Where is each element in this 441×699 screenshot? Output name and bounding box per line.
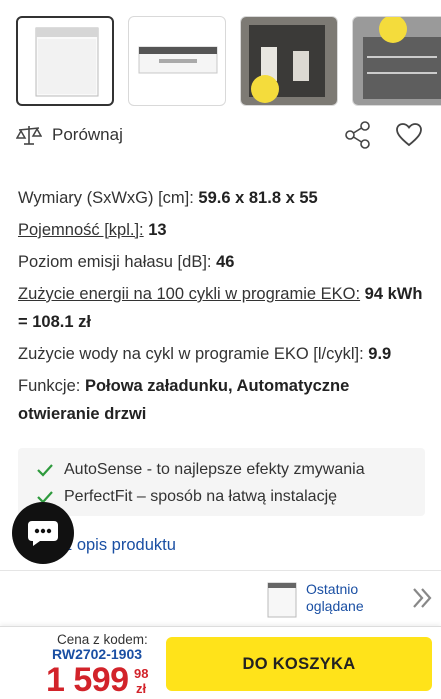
check-icon xyxy=(37,463,53,477)
gallery-thumb-3[interactable] xyxy=(240,16,338,106)
gallery-thumb-2[interactable] xyxy=(128,16,226,106)
code-label: Cena z kodem: xyxy=(57,632,148,647)
heart-icon xyxy=(396,123,422,147)
add-to-cart-bar: Cena z kodem: RW2702-1903 1 599 98 zł DO… xyxy=(0,626,441,699)
product-description-link[interactable]: z opis produktu xyxy=(64,536,176,555)
chat-bubble-icon xyxy=(28,521,58,546)
product-gallery xyxy=(16,16,441,108)
feature-box: AutoSense - to najlepsze efekty zmywania… xyxy=(18,448,425,516)
compare-button[interactable]: Porównaj xyxy=(16,124,123,146)
spec-label: Funkcje: xyxy=(18,377,81,395)
spec-energy: Zużycie energii na 100 cykli w programie… xyxy=(18,280,427,336)
kitchen-scene-image xyxy=(241,17,337,105)
add-to-cart-button[interactable]: DO KOSZYKA xyxy=(166,637,432,691)
spec-value: 13 xyxy=(148,221,167,239)
spec-value: 46 xyxy=(216,253,235,271)
wishlist-button[interactable] xyxy=(395,122,425,152)
spec-value: 9.9 xyxy=(368,345,392,363)
chat-button[interactable] xyxy=(12,502,74,564)
share-icon xyxy=(345,121,370,149)
spec-value: 59.6 x 81.8 x 55 xyxy=(198,189,318,207)
product-actions: Porównaj xyxy=(16,120,425,154)
spec-label-link[interactable]: Pojemność [kpl.]: xyxy=(18,221,144,239)
spec-list: Wymiary (SxWxG) [cm]: 59.6 x 81.8 x 55 P… xyxy=(18,184,427,432)
spec-capacity: Pojemność [kpl.]: 13 xyxy=(18,216,427,244)
dishwasher-top-image xyxy=(138,46,218,74)
gallery-thumb-4[interactable] xyxy=(352,16,441,106)
feature-item: PerfectFit – sposób na łatwą instalację xyxy=(36,483,425,510)
feature-text: AutoSense - to najlepsze efekty zmywania xyxy=(64,460,365,478)
double-chevron-right-icon xyxy=(413,588,432,608)
spec-label-link[interactable]: Zużycie energii na 100 cykli w programie… xyxy=(18,285,360,303)
price-main: 1 599 xyxy=(46,661,129,699)
share-button[interactable] xyxy=(343,120,373,150)
spec-dimensions: Wymiary (SxWxG) [cm]: 59.6 x 81.8 x 55 xyxy=(18,184,427,212)
spec-functions: Funkcje: Połowa załadunku, Automatyczne … xyxy=(18,372,427,428)
recently-viewed-bar[interactable]: Ostatnio oglądane xyxy=(0,570,441,626)
dishwasher-interior-image xyxy=(353,17,441,105)
price-currency: zł xyxy=(136,681,147,696)
spec-label: Wymiary (SxWxG) [cm]: xyxy=(18,189,194,207)
compare-label: Porównaj xyxy=(52,125,123,144)
recently-viewed-label: Ostatnio oglądane xyxy=(306,581,364,614)
promo-code: RW2702-1903 xyxy=(52,646,143,662)
price-cents: 98 xyxy=(134,666,149,681)
spec-noise: Poziom emisji hałasu [dB]: 46 xyxy=(18,248,427,276)
price-box: Cena z kodem: RW2702-1903 1 599 98 zł xyxy=(0,627,160,699)
gallery-thumb-1[interactable] xyxy=(16,16,114,106)
dishwasher-front-image xyxy=(35,27,99,97)
scale-icon xyxy=(16,126,42,145)
feature-text: PerfectFit – sposób na łatwą instalację xyxy=(64,487,338,505)
spec-label: Zużycie wody na cykl w programie EKO [l/… xyxy=(18,345,364,363)
spec-water: Zużycie wody na cykl w programie EKO [l/… xyxy=(18,340,427,368)
recent-product-thumb xyxy=(267,582,297,618)
spec-label: Poziom emisji hałasu [dB]: xyxy=(18,253,212,271)
feature-item: AutoSense - to najlepsze efekty zmywania xyxy=(36,456,425,483)
